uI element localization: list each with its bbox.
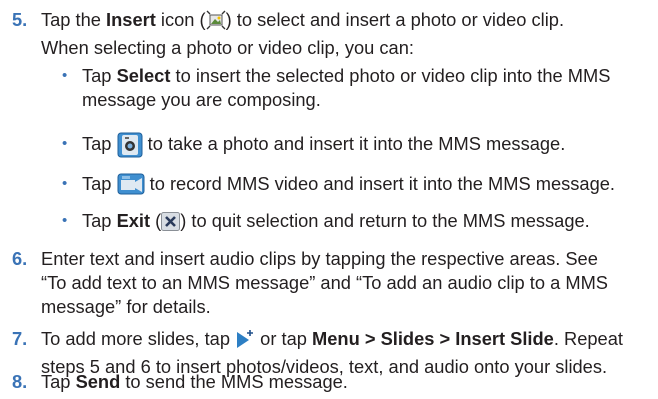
step-number: 7. xyxy=(12,328,28,349)
select-label: Select xyxy=(116,65,171,86)
close-icon xyxy=(161,212,181,237)
bullet-dot: • xyxy=(62,175,68,192)
bullet-dot: • xyxy=(62,67,68,84)
insert-slide-label: Insert Slide xyxy=(455,328,554,349)
slides-label: Slides xyxy=(380,328,435,349)
insert-label: Insert xyxy=(106,9,156,30)
insert-media-icon xyxy=(206,10,226,36)
step-8: 8. Tap Send to send the MMS message. xyxy=(12,371,348,392)
step-number: 5. xyxy=(12,9,28,30)
list-item: • Tap to take a photo and insert it into… xyxy=(62,132,652,164)
step-5: 5. Tap the Insert icon () to select and … xyxy=(12,8,652,60)
video-camera-icon xyxy=(117,172,145,202)
step-5-line-1: Tap the Insert icon () to select and ins… xyxy=(41,8,652,36)
send-label: Send xyxy=(75,371,121,392)
list-item: • Tap Exit () to quit selection and retu… xyxy=(62,209,652,237)
camera-icon xyxy=(117,132,143,164)
step-number: 6. xyxy=(12,248,28,269)
exit-label: Exit xyxy=(116,210,151,231)
bullet-dot: • xyxy=(62,212,68,229)
list-item: • Tap to record MMS video and insert it … xyxy=(62,172,652,202)
add-slide-icon xyxy=(235,329,255,355)
list-item: • Tap Select to insert the selected phot… xyxy=(62,65,611,110)
menu-label: Menu xyxy=(312,328,360,349)
bullet-dot: • xyxy=(62,135,68,152)
step-number: 8. xyxy=(12,371,28,392)
step-6: 6. Enter text and insert audio clips by … xyxy=(12,248,609,317)
step-5-line-2: When selecting a photo or video clip, yo… xyxy=(41,37,414,58)
